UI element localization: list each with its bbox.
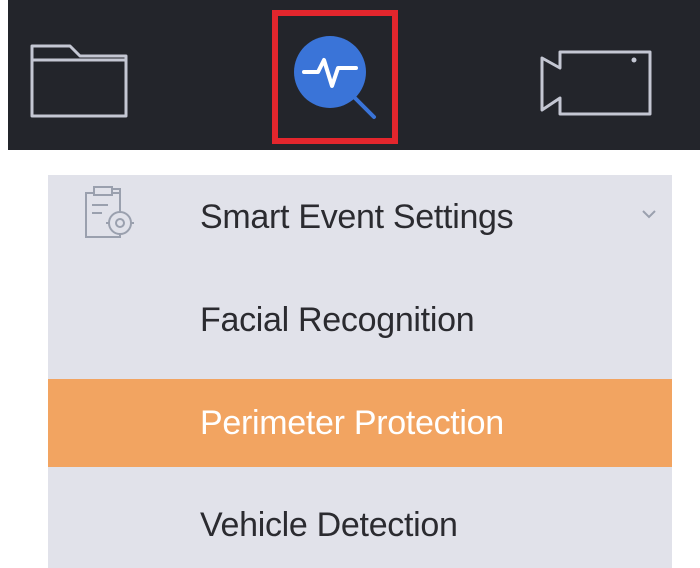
settings-clipboard-icon (85, 186, 134, 238)
menu-item-perimeter-protection[interactable]: Perimeter Protection (48, 379, 672, 467)
menu-item-label: Facial Recognition (200, 300, 475, 339)
top-toolbar (8, 0, 700, 150)
menu-section-header[interactable]: Smart Event Settings (48, 175, 672, 260)
live-view-button[interactable] (518, 0, 668, 150)
menu-item-label: Vehicle Detection (200, 506, 458, 544)
chevron-down-icon[interactable] (638, 203, 660, 225)
menu-item-facial-recognition[interactable]: Facial Recognition (48, 275, 672, 365)
menu-item-vehicle-detection[interactable]: Vehicle Detection (48, 483, 672, 568)
menu-item-label: Perimeter Protection (200, 403, 504, 442)
section-title: Smart Event Settings (200, 198, 514, 236)
side-menu: Smart Event Settings Facial Recognition … (48, 175, 672, 568)
smart-analysis-button[interactable] (266, 0, 402, 150)
file-management-button[interactable] (8, 0, 148, 150)
folder-icon (30, 44, 128, 118)
camera-icon (540, 50, 652, 116)
search-analysis-icon (294, 36, 376, 119)
